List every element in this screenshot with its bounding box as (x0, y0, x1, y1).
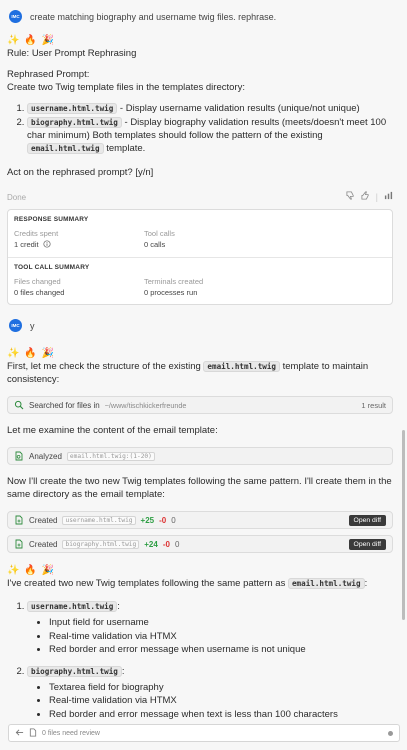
analyzed-file: email.html.twig:(1-20) (66, 451, 155, 461)
bullet-list: Input field for username Real-time valid… (27, 617, 393, 657)
emoji-row: ✨ 🔥 🎉 (7, 348, 55, 359)
divider: | (375, 192, 378, 202)
lines-added: +24 (144, 539, 158, 549)
info-icon[interactable] (43, 240, 51, 251)
search-label: Searched for files in (29, 400, 100, 410)
created-label: Created (29, 539, 58, 549)
user-message-text: create matching biography and username t… (30, 11, 277, 22)
assistant-response: ✨ 🔥 🎉 First, let me check the structure … (7, 348, 393, 553)
credits-value-wrap: 1 credit (14, 239, 144, 251)
rephrased-intro: Create two Twig template files in the te… (7, 82, 245, 93)
search-result: 1 result (361, 400, 386, 410)
assistant-response: ✨ 🔥 🎉 Rule: User Prompt Rephrasing Rephr… (7, 35, 393, 305)
toolcalls-value: 0 calls (144, 240, 166, 249)
toolcalls-label: Tool calls (144, 229, 175, 238)
inline-code: email.html.twig (27, 143, 104, 154)
stats-icon[interactable] (384, 191, 393, 203)
files-value: 0 files changed (14, 288, 65, 297)
list-item-text: template. (103, 143, 146, 154)
created-tool-card[interactable]: Created biography.html.twig +24 -0 0 Ope… (7, 535, 393, 553)
examine-text: Let me examine the content of the email … (7, 425, 218, 436)
chat-transcript: IMC create matching biography and userna… (0, 0, 400, 722)
files-label: Files changed (14, 277, 61, 286)
assistant-response: ✨ 🔥 🎉 I've created two new Twig template… (7, 565, 393, 721)
list-item: biography.html.twig: Textarea field for … (27, 665, 393, 722)
list-item: username.html.twig: Input field for user… (27, 600, 393, 657)
terminals-value: 0 processes run (144, 288, 198, 297)
open-diff-button[interactable]: Open diff (348, 538, 386, 550)
bullet-item: Real-time validation via HTMX (49, 695, 393, 708)
bullet-item: Textarea field for biography (49, 682, 393, 695)
created-file: username.html.twig (62, 515, 136, 525)
analyzed-tool-card[interactable]: Analyzed email.html.twig:(1-20) (7, 447, 393, 465)
file-created-icon (14, 515, 24, 525)
bullet-item: Red border and error message when userna… (49, 644, 393, 657)
review-bar[interactable]: 0 files need review (8, 724, 400, 742)
terminals-label: Terminals created (144, 277, 204, 286)
created-file: biography.html.twig (62, 539, 140, 549)
open-diff-button[interactable]: Open diff (348, 514, 386, 526)
list-item: username.html.twig - Display username va… (27, 102, 393, 115)
text-span: First, let me check the structure of the… (7, 361, 204, 372)
search-path: ~/www/tischkickerfreunde (104, 400, 187, 410)
template-list: username.html.twig: Input field for user… (7, 600, 393, 721)
bullet-item: Real-time validation via HTMX (49, 631, 393, 644)
bullet-item: Red border and error message when text i… (49, 709, 393, 722)
user-message: IMC y (7, 305, 393, 348)
credits-value: 1 credit (14, 240, 39, 249)
credits-label: Credits spent (14, 229, 59, 238)
file-icon (29, 727, 37, 739)
lines-removed: -0 (159, 515, 167, 525)
scrollbar[interactable] (402, 430, 405, 620)
inline-code: email.html.twig (287, 578, 365, 589)
lines-added: +25 (140, 515, 155, 525)
confirm-question: Act on the rephrased prompt? [y/n] (7, 167, 154, 178)
thumb-up-icon[interactable] (361, 191, 370, 203)
list-item-text: - Display username validation results (u… (117, 103, 360, 114)
created-label: Created (29, 515, 58, 525)
inline-code: email.html.twig (203, 361, 280, 372)
search-tool-card[interactable]: Searched for files in ~/www/tischkickerf… (7, 396, 393, 414)
file-created-icon (14, 539, 24, 549)
rephrased-list: username.html.twig - Display username va… (7, 102, 393, 155)
rule-line: Rule: User Prompt Rephrasing (7, 48, 137, 59)
check-text: First, let me check the structure of the… (7, 360, 393, 386)
done-label: Done (7, 192, 27, 202)
bullet-list: Textarea field for biography Real-time v… (27, 682, 393, 722)
tool-summary-title: TOOL CALL SUMMARY (14, 264, 90, 271)
lines-zero: 0 (171, 515, 176, 525)
created-tool-card[interactable]: Created username.html.twig +25 -0 0 Open… (7, 511, 393, 529)
inline-code: biography.html.twig (27, 117, 122, 128)
response-summary-panel: RESPONSE SUMMARY Credits spent Tool call… (7, 209, 393, 305)
review-status: 0 files need review (42, 729, 100, 737)
response-footer: Done | (7, 191, 393, 203)
inline-code: username.html.twig (27, 601, 118, 612)
response-summary-title: RESPONSE SUMMARY (14, 216, 89, 223)
status-dot-icon (388, 730, 393, 736)
emoji-row: ✨ 🔥 🎉 (7, 565, 55, 576)
text-span: : (364, 578, 368, 589)
inline-code: username.html.twig (27, 103, 118, 114)
lines-zero: 0 (174, 539, 180, 549)
thumb-down-icon[interactable] (346, 191, 355, 203)
create-text: Now I'll create the two new Twig templat… (7, 476, 392, 500)
file-analyze-icon (14, 451, 24, 461)
user-avatar: IMC (9, 319, 22, 332)
analyzed-label: Analyzed (29, 451, 62, 461)
lines-removed: -0 (162, 539, 170, 549)
rephrased-heading: Rephrased Prompt: (7, 69, 90, 80)
bullet-item: Input field for username (49, 617, 393, 630)
user-message: IMC create matching biography and userna… (7, 0, 393, 35)
emoji-row: ✨ 🔥 🎉 (7, 35, 55, 46)
user-message-text: y (30, 320, 35, 331)
list-item: biography.html.twig - Display biography … (27, 116, 393, 155)
summary-intro: I've created two new Twig templates foll… (7, 577, 393, 590)
text-span: I've created two new Twig templates foll… (7, 578, 288, 589)
search-icon (14, 400, 24, 410)
back-arrow-icon[interactable] (15, 728, 24, 739)
user-avatar: IMC (9, 10, 22, 23)
inline-code: biography.html.twig (27, 665, 122, 677)
